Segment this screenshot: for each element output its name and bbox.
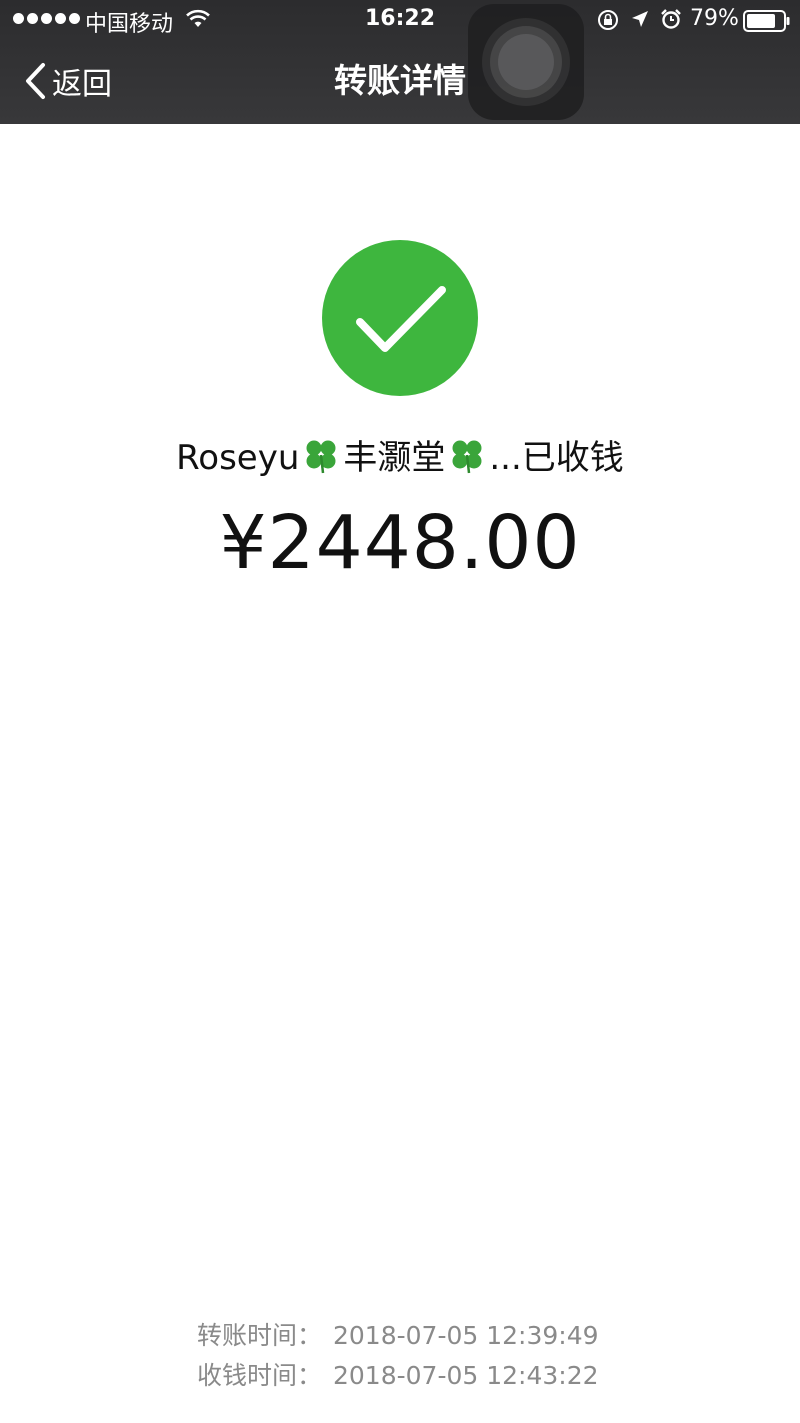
battery-percentage: 79% [690,6,739,31]
receiver-name-part1: Roseyu [176,438,300,478]
transfer-detail-screen: 中国移动 16:22 79% 返回 转账详情 Roseyu 丰灏堂 ...已收钱… [0,0,800,1423]
location-arrow-icon [630,9,650,35]
transfer-time-row: 转账时间： 2018-07-05 12:39:49 [0,1316,800,1356]
four-leaf-clover-icon [452,440,482,474]
battery-icon [743,10,791,38]
receive-time-row: 收钱时间： 2018-07-05 12:43:22 [0,1356,800,1396]
success-check-icon [322,240,478,400]
receiver-status-suffix: ...已收钱 [489,438,624,478]
page-title: 转账详情 [334,61,466,100]
receiver-status: Roseyu 丰灏堂 ...已收钱 [0,430,800,479]
receive-time-value: 2018-07-05 12:43:22 [333,1361,599,1390]
receiver-name-part2: 丰灏堂 [343,438,446,478]
transfer-time-value: 2018-07-05 12:39:49 [333,1321,599,1350]
transfer-time-label: 转账时间： [197,1321,323,1350]
header-bar: 中国移动 16:22 79% 返回 转账详情 [0,0,800,124]
transfer-amount: ¥2448.00 [219,500,581,586]
orientation-lock-icon [596,9,620,37]
alarm-icon [660,8,682,36]
status-bar: 中国移动 16:22 79% [0,0,800,40]
transfer-times: 转账时间： 2018-07-05 12:39:49 收钱时间： 2018-07-… [0,1316,800,1396]
four-leaf-clover-icon [306,440,336,474]
receive-time-label: 收钱时间： [197,1361,323,1390]
assistive-touch-button[interactable] [468,4,584,120]
